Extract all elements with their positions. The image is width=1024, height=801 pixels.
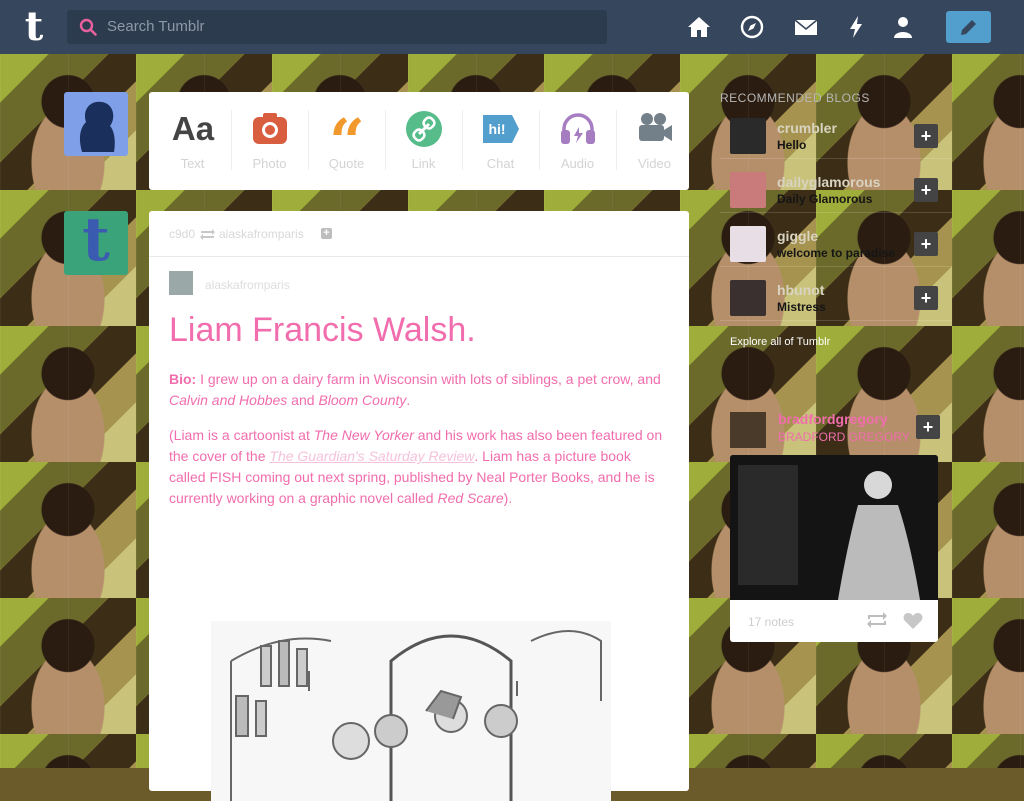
follow-plus-icon[interactable]: + [916, 415, 940, 439]
follow-plus-icon[interactable]: + [914, 232, 938, 256]
post-header: c9d0 alaskafromparis + [149, 211, 689, 257]
dashboard-post: c9d0 alaskafromparis + alaskafromparis L… [149, 211, 689, 801]
svg-text:hi!: hi! [488, 121, 505, 137]
search-placeholder: Search Tumblr [107, 18, 205, 35]
link-icon [406, 111, 442, 147]
source-avatar[interactable] [169, 271, 193, 295]
post-type-bar: Aa Text Photo “ Quote Link hi! Chat Audi… [149, 92, 689, 190]
source-username[interactable]: alaskafromparis [205, 278, 290, 292]
info-paragraph: (Liam is a cartoonist at The New Yorker … [169, 427, 663, 506]
follow-plus-icon[interactable]: + [914, 124, 938, 148]
blog-avatar[interactable] [730, 118, 766, 154]
recommended-blog-item[interactable]: hbunot Mistress + [720, 272, 952, 321]
post-body: Bio: I grew up on a dairy farm in Wiscon… [169, 369, 669, 523]
radar-blog-title: BRADFORD GREGORY [778, 430, 910, 444]
pencil-icon [961, 20, 976, 35]
reblog-icon[interactable] [866, 612, 888, 628]
tumblr-logo[interactable]: t [16, 7, 52, 47]
radar-blog-avatar[interactable] [730, 412, 766, 448]
cartoon-illustration [211, 621, 611, 801]
follow-plus-icon[interactable]: + [914, 286, 938, 310]
chat-hi-icon: hi! [483, 115, 519, 143]
recommended-blogs-heading: RECOMMENDED BLOGS [720, 91, 870, 105]
account-person-icon[interactable] [890, 14, 916, 40]
top-navigation-bar: t Search Tumblr [0, 0, 1024, 54]
video-camera-icon [639, 113, 672, 141]
guardian-link[interactable]: The Guardian's Saturday Review [269, 448, 474, 464]
search-icon [79, 18, 97, 36]
reblogger-name[interactable]: c9d0 [169, 227, 195, 241]
post-type-link[interactable]: Link [385, 92, 462, 190]
post-type-quote[interactable]: “ Quote [308, 92, 385, 190]
radar-post-card[interactable]: 17 notes [730, 455, 938, 642]
radar-panel: bradfordgregory BRADFORD GREGORY + 17 no… [720, 405, 952, 645]
post-type-photo[interactable]: Photo [231, 92, 308, 190]
bio-paragraph: Bio: I grew up on a dairy farm in Wiscon… [169, 371, 661, 408]
recommended-blog-item[interactable]: dailyglamorous Daily Glamorous + [720, 164, 952, 213]
post-title: Liam Francis Walsh. [169, 311, 476, 349]
post-type-audio[interactable]: Audio [539, 92, 616, 190]
explore-compass-icon[interactable] [739, 14, 765, 40]
compose-post-button[interactable] [946, 11, 991, 43]
follow-plus-icon[interactable]: + [321, 228, 332, 239]
follow-plus-icon[interactable]: + [914, 178, 938, 202]
reblog-blog-avatar[interactable]: t [64, 211, 128, 275]
explore-all-link[interactable]: Explore all of Tumblr [730, 336, 830, 348]
notes-count[interactable]: 17 notes [748, 615, 794, 629]
blog-avatar[interactable] [730, 226, 766, 262]
reblog-icon [200, 229, 215, 240]
heart-icon[interactable] [903, 612, 923, 630]
post-type-text[interactable]: Aa Text [154, 92, 231, 190]
search-input[interactable]: Search Tumblr [67, 10, 607, 44]
radar-photo[interactable] [730, 455, 938, 600]
inbox-mail-icon[interactable] [793, 14, 819, 40]
activity-bolt-icon[interactable] [843, 14, 869, 40]
recommended-blog-item[interactable]: crumbler Hello + [720, 110, 952, 159]
home-icon[interactable] [686, 14, 712, 40]
blog-avatar[interactable] [730, 280, 766, 316]
quote-icon: “ [329, 105, 365, 178]
text-aa-icon: Aa [171, 110, 215, 147]
post-type-chat[interactable]: hi! Chat [462, 92, 539, 190]
post-type-video[interactable]: Video [616, 92, 693, 190]
headphones-icon [561, 113, 595, 144]
camera-icon [253, 113, 287, 144]
user-silhouette-icon [79, 101, 115, 152]
radar-blog-name[interactable]: bradfordgregory [778, 411, 888, 427]
blog-avatar[interactable] [730, 172, 766, 208]
recommended-blog-item[interactable]: giggle welcome to paradise + [720, 218, 952, 267]
source-blog-name[interactable]: alaskafromparis [219, 227, 304, 241]
user-avatar[interactable] [64, 92, 128, 156]
